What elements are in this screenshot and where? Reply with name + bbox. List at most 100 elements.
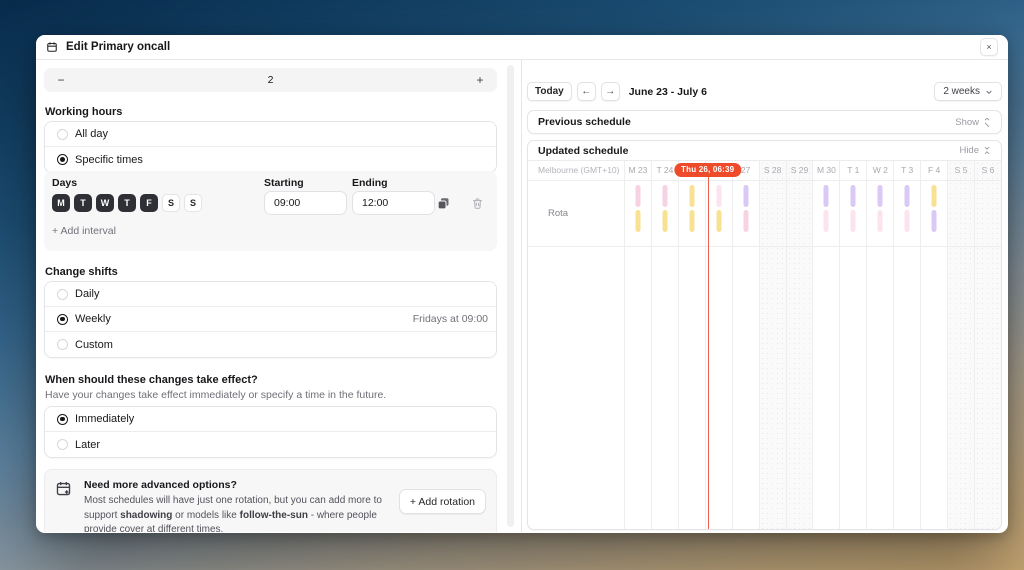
take-effect-option-later[interactable]: Later — [45, 432, 496, 457]
timeline-day-column: M 30 — [812, 161, 839, 529]
edit-oncall-dialog: Edit Primary oncall × − 2 + Working hour… — [36, 35, 1008, 533]
copy-interval-button[interactable] — [434, 194, 452, 212]
shift-bar[interactable] — [932, 185, 937, 207]
day-chip-2[interactable]: W — [96, 194, 114, 212]
rotation-count-stepper: − 2 + — [44, 68, 497, 92]
rota-row-label: Rota — [548, 180, 568, 246]
increment-button[interactable]: + — [473, 73, 487, 87]
close-icon[interactable]: × — [980, 38, 998, 56]
timeline-day-column: W 2 — [866, 161, 893, 529]
day-chip-5[interactable]: S — [162, 194, 180, 212]
zoom-select[interactable]: 2 weeks — [934, 82, 1002, 101]
timeline-day-column: F 4 — [920, 161, 947, 529]
stepper-value: 2 — [68, 74, 473, 86]
change-shifts-options: Daily Weekly Fridays at 09:00 Custom — [44, 281, 497, 358]
advanced-options-body: Most schedules will have just one rotati… — [84, 494, 384, 532]
option-label: Custom — [75, 339, 113, 351]
radio-icon — [57, 439, 68, 450]
shift-bar[interactable] — [905, 185, 910, 207]
starting-label: Starting — [264, 177, 304, 189]
date-range-label: June 23 - July 6 — [629, 86, 707, 98]
day-column-label: S 29 — [787, 161, 813, 180]
radio-icon — [57, 289, 68, 300]
day-column-label: S 28 — [760, 161, 786, 180]
shift-bar[interactable] — [689, 185, 694, 207]
shift-bar[interactable] — [932, 210, 937, 232]
option-label: Specific times — [75, 154, 143, 166]
edit-form-pane: − 2 + Working hours All daySpecific time… — [36, 60, 522, 532]
show-label: Show — [955, 117, 979, 128]
current-time-badge: Thu 26, 06:39 — [674, 163, 741, 177]
delete-interval-button[interactable] — [468, 194, 486, 212]
hide-updated-schedule-button[interactable]: Hide — [959, 145, 991, 156]
advanced-text: or models like — [172, 510, 239, 521]
shift-bar[interactable] — [662, 185, 667, 207]
shift-bar[interactable] — [635, 210, 640, 232]
advanced-bold-term: follow-the-sun — [240, 510, 308, 521]
advanced-bold-term: shadowing — [120, 510, 172, 521]
ending-label: Ending — [352, 177, 388, 189]
change-shifts-option-custom[interactable]: Custom — [45, 332, 496, 357]
shift-bar[interactable] — [878, 185, 883, 207]
change-shifts-option-daily[interactable]: Daily — [45, 282, 496, 307]
shift-bar[interactable] — [824, 185, 829, 207]
advanced-options-text: Need more advanced options? Most schedul… — [84, 479, 384, 532]
rota-row-divider — [528, 246, 1001, 247]
shift-bar[interactable] — [743, 210, 748, 232]
updated-schedule-card: Updated schedule Hide Melbourne (GMT+10)… — [527, 140, 1002, 530]
radio-icon — [57, 129, 68, 140]
previous-schedule-title: Previous schedule — [538, 116, 631, 128]
option-detail: Fridays at 09:00 — [413, 313, 488, 325]
interval-panel: Days MTWTFSS Starting Ending — [44, 171, 497, 251]
take-effect-option-immediately[interactable]: Immediately — [45, 407, 496, 432]
shift-bar[interactable] — [716, 185, 721, 207]
change-shifts-label: Change shifts — [45, 266, 118, 278]
shift-bar[interactable] — [635, 185, 640, 207]
prev-period-button[interactable]: ← — [577, 82, 596, 101]
shift-bar[interactable] — [851, 185, 856, 207]
day-column-label: M 30 — [813, 161, 839, 180]
next-period-button[interactable]: → — [601, 82, 620, 101]
shift-bar[interactable] — [716, 210, 721, 232]
day-chip-3[interactable]: T — [118, 194, 136, 212]
day-chip-1[interactable]: T — [74, 194, 92, 212]
option-label: Weekly — [75, 313, 111, 325]
show-previous-schedule-button[interactable]: Show — [955, 117, 991, 128]
day-column-label: M 23 — [625, 161, 651, 180]
timeline-grid: Melbourne (GMT+10) Rota M 23T 2427S 28S … — [528, 161, 1001, 529]
ending-time-input[interactable] — [352, 191, 435, 215]
shift-bar[interactable] — [662, 210, 667, 232]
working-hours-option-all-day[interactable]: All day — [45, 122, 496, 147]
change-shifts-option-weekly[interactable]: Weekly Fridays at 09:00 — [45, 307, 496, 332]
current-time-indicator — [708, 177, 709, 529]
option-label: Daily — [75, 288, 99, 300]
arrow-left-icon: ← — [581, 86, 591, 97]
starting-time-input[interactable] — [264, 191, 347, 215]
shift-bar[interactable] — [743, 185, 748, 207]
working-hours-options: All day Specific times — [44, 121, 497, 173]
shift-bar[interactable] — [905, 210, 910, 232]
arrow-right-icon: → — [605, 86, 615, 97]
decrement-button[interactable]: − — [54, 73, 68, 87]
add-interval-button[interactable]: + Add interval — [52, 225, 116, 237]
day-chip-6[interactable]: S — [184, 194, 202, 212]
left-pane-scrollbar[interactable] — [507, 65, 514, 527]
day-chip-4[interactable]: F — [140, 194, 158, 212]
trash-icon — [471, 197, 484, 210]
add-rotation-button[interactable]: + Add rotation — [399, 489, 486, 514]
timeline-day-column: M 23 — [624, 161, 651, 529]
working-hours-option-specific-times[interactable]: Specific times — [45, 147, 496, 172]
shift-bar[interactable] — [689, 210, 694, 232]
timeline-day-column: 27 — [732, 161, 759, 529]
shift-bar[interactable] — [824, 210, 829, 232]
day-column-label: T 3 — [894, 161, 920, 180]
zoom-select-value: 2 weeks — [943, 86, 980, 97]
day-chip-0[interactable]: M — [52, 194, 70, 212]
shift-bar[interactable] — [851, 210, 856, 232]
today-button[interactable]: Today — [527, 82, 572, 101]
option-label: All day — [75, 128, 108, 140]
shift-bar[interactable] — [878, 210, 883, 232]
updated-schedule-header: Updated schedule Hide — [528, 141, 1001, 161]
previous-schedule-card: Previous schedule Show — [527, 110, 1002, 134]
dialog-header: Edit Primary oncall × — [36, 35, 1008, 60]
